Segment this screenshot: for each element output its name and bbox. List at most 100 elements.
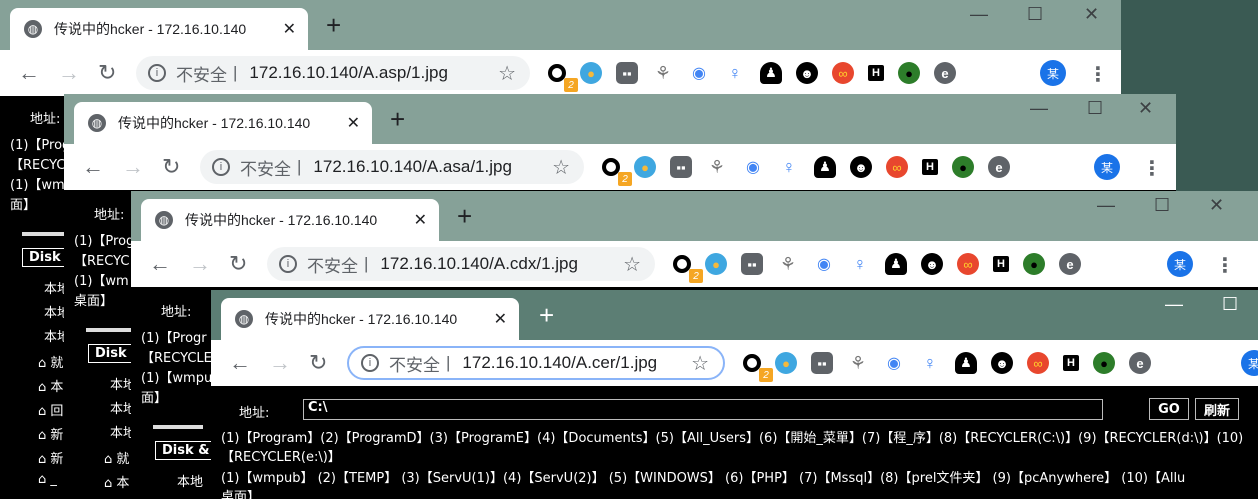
ext-h-icon[interactable]: H: [868, 65, 884, 81]
ext-link-icon[interactable]: ⚘: [847, 352, 869, 374]
ext-ghost-icon[interactable]: ☻: [850, 156, 872, 178]
ext-ring-icon[interactable]: 2: [743, 354, 773, 382]
info-icon[interactable]: i: [361, 354, 379, 372]
ext-mask-icon[interactable]: ▪▪: [741, 253, 763, 275]
bookmark-star-icon[interactable]: ☆: [623, 252, 641, 277]
ext-ghost-icon[interactable]: ☻: [921, 253, 943, 275]
ext-infinity-icon[interactable]: ∞: [957, 253, 979, 275]
avatar[interactable]: 某: [1167, 251, 1193, 277]
bookmark-star-icon[interactable]: ☆: [691, 351, 709, 376]
tab-active[interactable]: ◍ 传说中的hcker - 172.16.10.140 ✕: [10, 8, 308, 50]
ext-link-icon[interactable]: ⚘: [652, 62, 674, 84]
ext-mask-icon[interactable]: ▪▪: [670, 156, 692, 178]
ext-h-icon[interactable]: H: [993, 256, 1009, 272]
ext-infinity-icon[interactable]: ∞: [1027, 352, 1049, 374]
ext-globe-icon[interactable]: ●: [775, 352, 797, 374]
info-icon[interactable]: i: [148, 64, 166, 82]
folder-item[interactable]: ⌂ 新: [38, 448, 63, 467]
minimize-button[interactable]: —: [1030, 98, 1048, 119]
menu-icon[interactable]: ⋮: [1142, 156, 1162, 181]
ext-pin-icon[interactable]: ♀: [849, 253, 871, 275]
menu-icon[interactable]: ⋮: [1215, 253, 1235, 278]
back-button[interactable]: ←: [149, 251, 171, 277]
close-tab-icon[interactable]: ✕: [283, 19, 296, 39]
ext-e-icon[interactable]: e: [1129, 352, 1151, 374]
tab-active[interactable]: ◍ 传说中的hcker - 172.16.10.140 ✕: [74, 102, 372, 144]
maximize-button[interactable]: ☐: [1222, 294, 1238, 315]
ext-hacker-icon[interactable]: ♟: [885, 253, 907, 275]
ext-ghost-icon[interactable]: ☻: [991, 352, 1013, 374]
ext-infinity-icon[interactable]: ∞: [832, 62, 854, 84]
reload-button[interactable]: ↻: [98, 60, 116, 86]
forward-button[interactable]: →: [58, 60, 80, 86]
ext-globe-icon[interactable]: ●: [705, 253, 727, 275]
minimize-button[interactable]: —: [970, 4, 988, 25]
ext-e-icon[interactable]: e: [988, 156, 1010, 178]
ext-link-icon[interactable]: ⚘: [706, 156, 728, 178]
address-bar[interactable]: i 不安全 | 172.16.10.140/A.cdx/1.jpg ☆: [267, 247, 655, 281]
ext-mask-icon[interactable]: ▪▪: [811, 352, 833, 374]
new-tab-button[interactable]: +: [390, 104, 405, 135]
avatar[interactable]: 某: [1040, 60, 1066, 86]
ext-ring-icon[interactable]: 2: [602, 158, 632, 186]
info-icon[interactable]: i: [279, 255, 297, 273]
new-tab-button[interactable]: +: [457, 201, 472, 232]
ext-h-icon[interactable]: H: [1063, 355, 1079, 371]
folder-item[interactable]: ⌂ 新: [38, 424, 63, 443]
folder-item[interactable]: ⌂ 就: [38, 352, 63, 371]
ext-e-icon[interactable]: e: [934, 62, 956, 84]
folder-item[interactable]: ⌂ 就: [104, 448, 129, 467]
ext-ring-icon[interactable]: 2: [548, 64, 578, 92]
folder-item[interactable]: ⌂ 回: [38, 400, 63, 419]
maximize-button[interactable]: ☐: [1087, 98, 1103, 119]
forward-button[interactable]: →: [269, 350, 291, 376]
close-tab-icon[interactable]: ✕: [414, 210, 427, 230]
ext-hacker-icon[interactable]: ♟: [760, 62, 782, 84]
go-button[interactable]: GO: [1149, 398, 1189, 420]
bookmark-star-icon[interactable]: ☆: [498, 61, 516, 86]
forward-button[interactable]: →: [122, 154, 144, 180]
address-bar[interactable]: i 不安全 | 172.16.10.140/A.asa/1.jpg ☆: [200, 150, 584, 184]
ext-frog-icon[interactable]: ●: [1093, 352, 1115, 374]
ext-pin-icon[interactable]: ♀: [778, 156, 800, 178]
close-window-button[interactable]: ✕: [1084, 4, 1099, 25]
close-window-button[interactable]: ✕: [1138, 98, 1153, 119]
minimize-button[interactable]: —: [1097, 195, 1115, 216]
maximize-button[interactable]: ☐: [1154, 195, 1170, 216]
bookmark-star-icon[interactable]: ☆: [552, 155, 570, 180]
ext-frog-icon[interactable]: ●: [898, 62, 920, 84]
ext-eye-icon[interactable]: ◉: [813, 253, 835, 275]
new-tab-button[interactable]: +: [326, 10, 341, 41]
menu-icon[interactable]: ⋮: [1088, 62, 1108, 87]
info-icon[interactable]: i: [212, 158, 230, 176]
ext-hacker-icon[interactable]: ♟: [955, 352, 977, 374]
ext-ring-icon[interactable]: 2: [673, 255, 703, 283]
ext-link-icon[interactable]: ⚘: [777, 253, 799, 275]
ext-eye-icon[interactable]: ◉: [688, 62, 710, 84]
ext-e-icon[interactable]: e: [1059, 253, 1081, 275]
maximize-button[interactable]: ☐: [1027, 4, 1043, 25]
ext-eye-icon[interactable]: ◉: [883, 352, 905, 374]
close-tab-icon[interactable]: ✕: [347, 113, 360, 133]
folder-item[interactable]: ⌂ _: [38, 472, 57, 487]
forward-button[interactable]: →: [189, 251, 211, 277]
back-button[interactable]: ←: [82, 154, 104, 180]
ext-frog-icon[interactable]: ●: [1023, 253, 1045, 275]
ext-globe-icon[interactable]: ●: [634, 156, 656, 178]
ext-frog-icon[interactable]: ●: [952, 156, 974, 178]
ext-pin-icon[interactable]: ♀: [919, 352, 941, 374]
address-bar[interactable]: i 不安全 | 172.16.10.140/A.asp/1.jpg ☆: [136, 56, 530, 90]
back-button[interactable]: ←: [18, 60, 40, 86]
reload-button[interactable]: ↻: [162, 154, 180, 180]
new-tab-button[interactable]: +: [539, 300, 554, 331]
refresh-button[interactable]: 刷新: [1195, 398, 1239, 420]
ext-globe-icon[interactable]: ●: [580, 62, 602, 84]
reload-button[interactable]: ↻: [229, 251, 247, 277]
ext-ghost-icon[interactable]: ☻: [796, 62, 818, 84]
folder-item[interactable]: ⌂ 本: [104, 472, 129, 491]
back-button[interactable]: ←: [229, 350, 251, 376]
ext-mask-icon[interactable]: ▪▪: [616, 62, 638, 84]
folder-item[interactable]: ⌂ 本: [38, 376, 63, 395]
tab-active[interactable]: ◍ 传说中的hcker - 172.16.10.140 ✕: [141, 199, 439, 241]
avatar[interactable]: 某: [1094, 154, 1120, 180]
